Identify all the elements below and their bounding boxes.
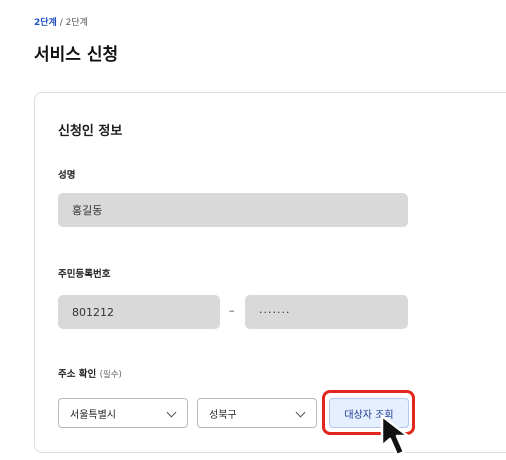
breadcrumb-separator: / [59, 18, 63, 28]
resident-number-back-field[interactable]: ······· [245, 295, 408, 329]
resident-number-front-field[interactable]: 801212 [58, 295, 220, 329]
name-field[interactable]: 홍길동 [58, 193, 408, 227]
district-select[interactable]: 성북구 [197, 398, 317, 428]
breadcrumb: 2단계 / 2단계 [34, 15, 88, 28]
name-label: 성명 [58, 170, 76, 181]
district-select-value: 성북구 [209, 409, 237, 421]
mouse-pointer-icon [380, 414, 410, 457]
section-title: 신청인 정보 [58, 124, 123, 139]
address-required-note: (필수) [99, 370, 122, 380]
city-select[interactable]: 서울특별시 [58, 398, 188, 428]
address-label-text: 주소 확인 [58, 369, 97, 380]
breadcrumb-total: 2단계 [65, 18, 88, 28]
breadcrumb-current: 2단계 [34, 18, 57, 28]
city-select-value: 서울특별시 [70, 409, 116, 421]
chevron-down-icon [166, 407, 177, 418]
address-label: 주소 확인 (필수) [58, 366, 122, 380]
resident-number-label: 주민등록번호 [58, 269, 111, 280]
resident-number-dash: – [229, 304, 235, 317]
page-title: 서비스 신청 [34, 45, 119, 65]
chevron-down-icon [295, 407, 306, 418]
